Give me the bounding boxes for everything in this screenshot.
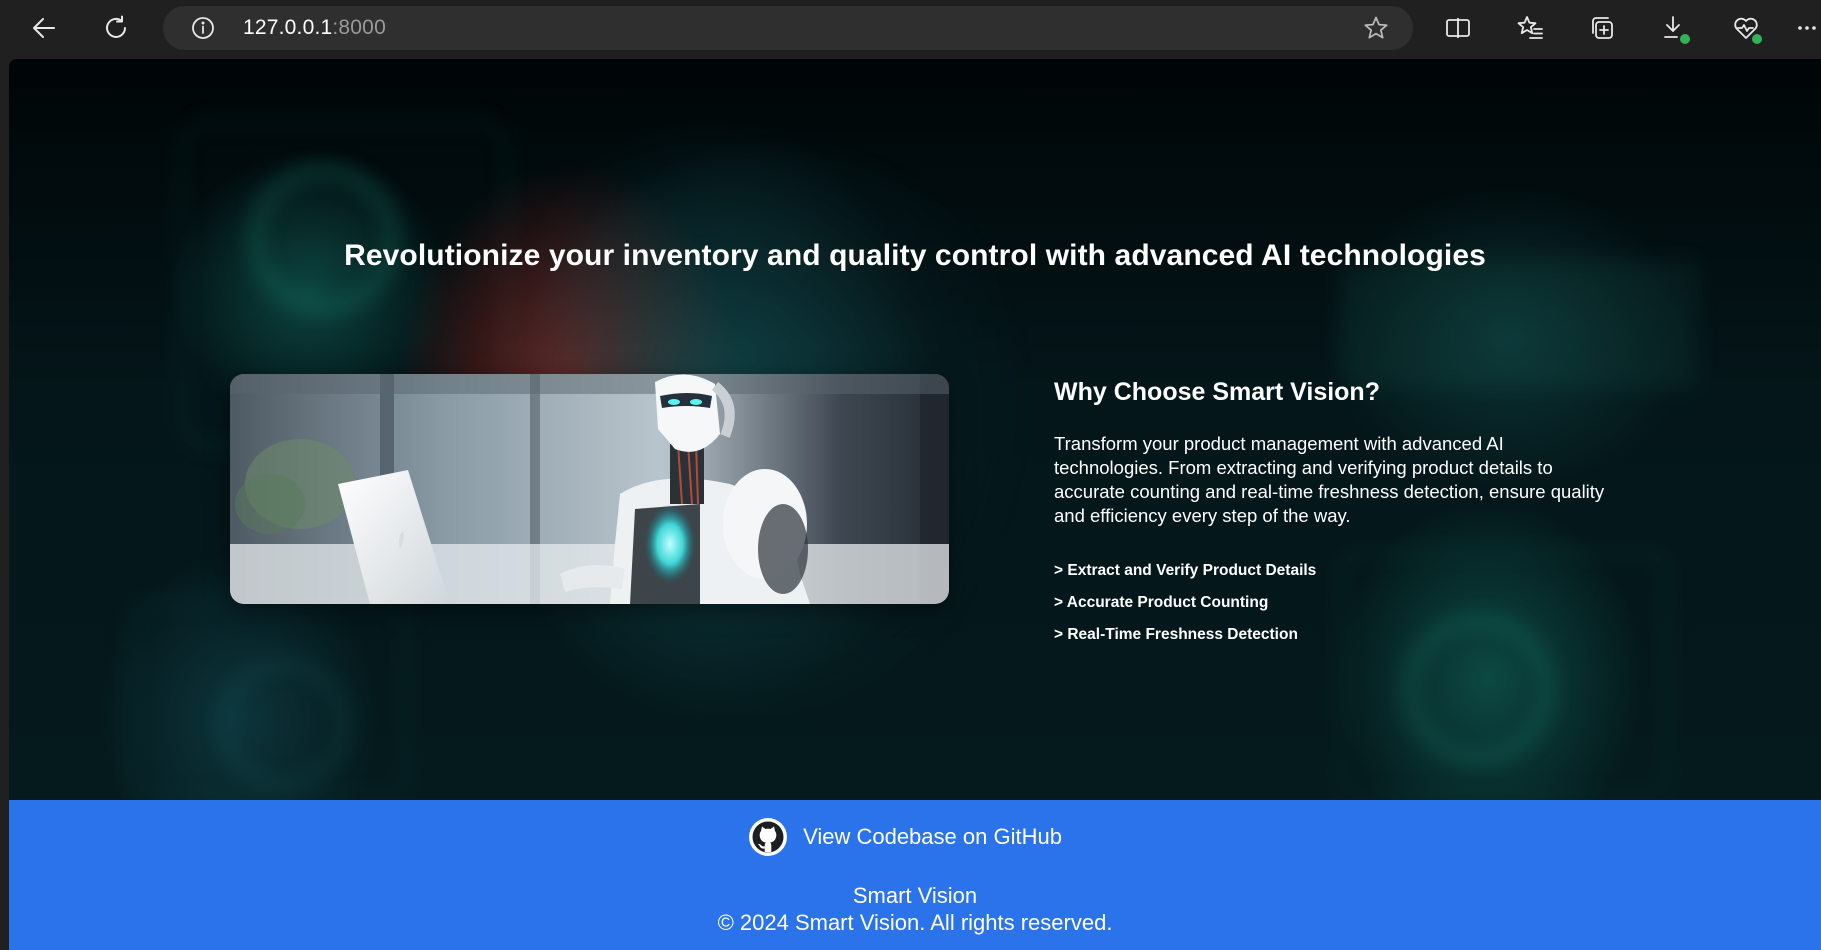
- footer-copyright: © 2024 Smart Vision. All rights reserved…: [717, 910, 1113, 935]
- split-screen-icon[interactable]: [1436, 6, 1480, 50]
- favorite-star-icon[interactable]: [1363, 15, 1389, 41]
- feature-item-counting: > Accurate Product Counting: [1054, 594, 1269, 611]
- hero-robot-image: [230, 374, 949, 604]
- github-link[interactable]: View Codebase on GitHub: [9, 817, 1821, 857]
- features-list: > Extract and Verify Product Details > A…: [1054, 555, 1614, 651]
- site-footer: View Codebase on GitHub Smart Vision © 2…: [9, 800, 1821, 950]
- downloads-icon[interactable]: [1652, 6, 1696, 50]
- essentials-status-badge: [1750, 32, 1764, 46]
- url-port: :8000: [332, 16, 386, 39]
- github-link-label: View Codebase on GitHub: [803, 824, 1062, 849]
- hero-section: Revolutionize your inventory and quality…: [9, 59, 1821, 800]
- download-complete-badge: [1678, 32, 1692, 46]
- feature-item-extract-verify: > Extract and Verify Product Details: [1054, 562, 1317, 579]
- github-icon: [748, 817, 788, 857]
- page-viewport: Revolutionize your inventory and quality…: [9, 59, 1821, 950]
- hero-title: Revolutionize your inventory and quality…: [344, 239, 1486, 273]
- favorites-icon[interactable]: [1508, 6, 1552, 50]
- footer-brand: Smart Vision: [852, 883, 978, 908]
- features-heading: Why Choose Smart Vision?: [1054, 378, 1380, 406]
- collections-icon[interactable]: [1580, 6, 1624, 50]
- background-decoration: [219, 659, 349, 789]
- url-text[interactable]: 127.0.0.1:8000: [243, 6, 386, 50]
- url-host: 127.0.0.1: [243, 16, 333, 39]
- feature-item-freshness: > Real-Time Freshness Detection: [1054, 626, 1298, 643]
- back-arrow-icon[interactable]: [22, 6, 66, 50]
- features-description: Transform your product management with a…: [1054, 433, 1605, 526]
- address-bar[interactable]: 127.0.0.1:8000: [163, 6, 1413, 50]
- browser-toolbar: 127.0.0.1:8000: [0, 0, 1821, 59]
- background-decoration: [1339, 259, 1699, 389]
- browser-essentials-icon[interactable]: [1724, 6, 1768, 50]
- features-panel: Why Choose Smart Vision? Transform your …: [1054, 374, 1614, 651]
- site-info-icon[interactable]: [191, 16, 215, 40]
- more-icon[interactable]: [1790, 6, 1821, 50]
- refresh-icon[interactable]: [94, 6, 138, 50]
